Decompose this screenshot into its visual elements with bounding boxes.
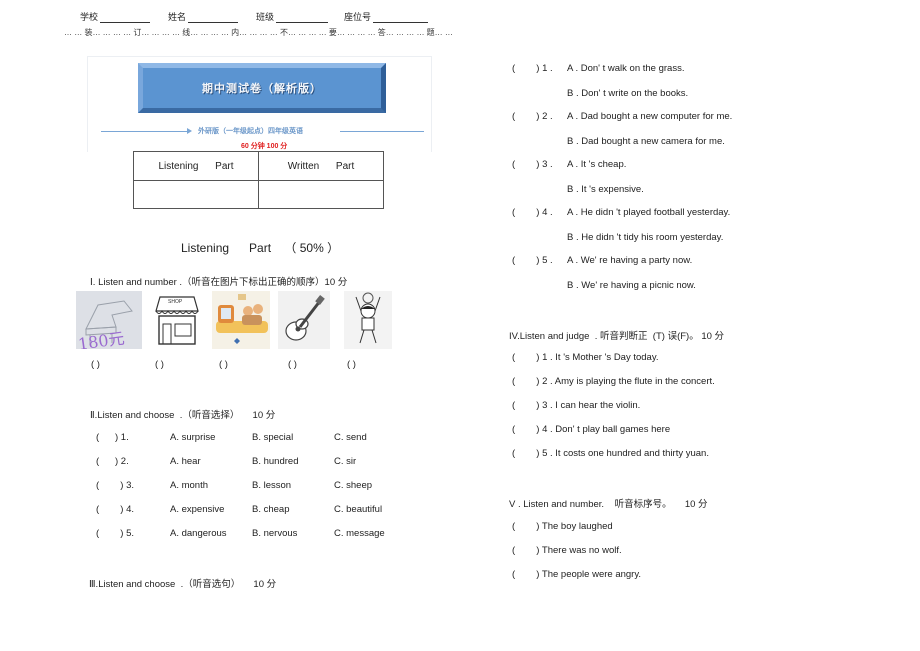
section2-q1-option-c: C. send	[334, 432, 367, 443]
section3-q5-number[interactable]: ( ) 5 .	[512, 255, 553, 266]
section5-item-1[interactable]: ( ) The boy laughed	[512, 521, 613, 532]
section2-q2-option-b: B. hundred	[252, 456, 299, 467]
shop-icon: SHOP	[155, 296, 199, 345]
section3-q5-option-b: B . We' re having a picnic now.	[567, 280, 696, 291]
section2-q3-option-c: C. sheep	[334, 480, 373, 491]
answer-blank-3[interactable]: ( )	[219, 359, 228, 370]
school-blank[interactable]	[100, 13, 151, 23]
section4-item-1[interactable]: ( ) 1 . It 's Mother 's Day today.	[512, 352, 659, 363]
section3-q2-number[interactable]: ( ) 2 .	[512, 111, 553, 122]
score-table-header: Listening Part Written Part	[133, 151, 384, 181]
section4-item-2[interactable]: ( ) 2 . Amy is playing the flute in the …	[512, 376, 715, 387]
answer-blank-2[interactable]: ( )	[155, 359, 164, 370]
section3-q2-option-a: A . Dad bought a new computer for me.	[567, 111, 733, 122]
seat-number-field[interactable]: 座位号	[344, 10, 429, 23]
section5-item-2[interactable]: ( ) There was no wolf.	[512, 545, 622, 556]
school-field[interactable]: 学校	[80, 10, 151, 23]
guitar-icon	[285, 295, 325, 341]
section3-q1-option-a: A . Don' t walk on the grass.	[567, 63, 685, 74]
section1-heading: Ⅰ. Listen and number .（听音在图片下标出正确的顺序）10 …	[90, 277, 348, 288]
section3-q3-option-b: B . It 's expensive.	[567, 184, 644, 195]
section2-q3-option-b: B. lesson	[252, 480, 292, 491]
shop-sign: SHOP	[168, 299, 183, 305]
exam-banner: 期中测试卷（解析版） 外研版（一年级起点）四年级英语 60 分钟 100 分	[87, 56, 432, 152]
seat-number-label: 座位号	[344, 12, 372, 22]
score-cell-listening[interactable]	[133, 180, 259, 209]
boy-cheering-icon	[355, 292, 381, 344]
banner-box: 期中测试卷（解析版）	[138, 63, 386, 113]
score-cell-written[interactable]	[258, 180, 384, 209]
answer-blank-5[interactable]: ( )	[347, 359, 356, 370]
seat-number-blank[interactable]	[373, 13, 429, 23]
section3-q1-option-b: B . Don' t write on the books.	[567, 88, 689, 99]
section2-q1-option-a: A. surprise	[170, 432, 216, 443]
score-table-row	[133, 180, 384, 209]
section2-q1-number[interactable]: ( ) 1.	[96, 432, 129, 443]
section4-item-3[interactable]: ( ) 3 . I can hear the violin.	[512, 400, 640, 411]
section5-heading: V . Listen and number. 听音标序号。 10 分	[509, 499, 708, 510]
section3-q4-number[interactable]: ( ) 4 .	[512, 207, 553, 218]
name-field[interactable]: 姓名	[168, 10, 239, 23]
divider-right	[340, 131, 424, 132]
arrow-right-icon	[187, 128, 192, 134]
section2-q3-number[interactable]: ( ) 3.	[96, 480, 134, 491]
score-header-written: Written Part	[258, 151, 384, 181]
section2-q5-number[interactable]: ( ) 5.	[96, 528, 134, 539]
section4-item-4[interactable]: ( ) 4 . Don' t play ball games here	[512, 424, 670, 435]
section3-q4-option-b: B . He didn 't tidy his room yesterday.	[567, 232, 724, 243]
section2-q4-option-b: B. cheap	[252, 504, 290, 515]
section3-heading: Ⅲ.Listen and choose .（听音选句） 10 分	[89, 579, 277, 590]
picture-shop: SHOP	[150, 291, 204, 349]
exam-duration: 60 分钟 100 分	[241, 143, 288, 150]
price-caption: 180元	[77, 329, 126, 349]
answer-blank-1[interactable]: ( )	[91, 359, 100, 370]
section2-q2-option-c: C. sir	[334, 456, 357, 467]
section4-item-5[interactable]: ( ) 5 . It costs one hundred and thirty …	[512, 448, 709, 459]
section2-q2-option-a: A. hear	[170, 456, 201, 467]
section3-q4-option-a: A . He didn 't played football yesterday…	[567, 207, 731, 218]
school-label: 学校	[80, 12, 99, 22]
name-label: 姓名	[168, 12, 187, 22]
name-blank[interactable]	[188, 13, 239, 23]
exam-subtitle: 外研版（一年级起点）四年级英语	[198, 126, 303, 135]
section2-q2-number[interactable]: ( ) 2.	[96, 456, 129, 467]
listening-part-heading: Listening Part （ 50% ）	[181, 241, 340, 255]
section2-q1-option-b: B. special	[252, 432, 294, 443]
picture-piano: 180元	[76, 291, 142, 349]
section3-q5-option-a: A . We' re having a party now.	[567, 255, 693, 266]
class-label: 班级	[256, 12, 275, 22]
section2-heading: Ⅱ.Listen and choose .（听音选择） 10 分	[90, 410, 276, 421]
section4-heading: IV.Listen and judge . 听音判断正 (T) 误(F)。 10…	[509, 331, 725, 342]
picture-guitar	[278, 291, 330, 349]
section2-q5-option-c: C. message	[334, 528, 385, 539]
section2-q4-option-c: C. beautiful	[334, 504, 383, 515]
score-header-listening: Listening Part	[133, 151, 259, 181]
picture-boy	[344, 291, 392, 349]
section2-q4-option-a: A. expensive	[170, 504, 225, 515]
section3-q2-option-b: B . Dad bought a new camera for me.	[567, 136, 725, 147]
section5-item-3[interactable]: ( ) The people were angry.	[512, 569, 641, 580]
section2-q4-number[interactable]: ( ) 4.	[96, 504, 134, 515]
section2-q5-option-b: B. nervous	[252, 528, 298, 539]
section3-q1-number[interactable]: ( ) 1 .	[512, 63, 553, 74]
class-field[interactable]: 班级	[256, 10, 329, 23]
section2-q5-option-a: A. dangerous	[170, 528, 227, 539]
picture-family-tv	[212, 291, 270, 349]
piano-icon: 180元	[77, 300, 133, 349]
family-tv-icon	[216, 294, 268, 344]
section2-q3-option-a: A. month	[170, 480, 209, 491]
exam-title: 期中测试卷（解析版）	[202, 82, 322, 95]
class-blank[interactable]	[276, 13, 329, 23]
score-table: Listening Part Written Part	[133, 151, 384, 209]
section3-q3-option-a: A . It 's cheap.	[567, 159, 627, 170]
answer-blank-4[interactable]: ( )	[288, 359, 297, 370]
binding-seal-line: … … 装… … … … 订… … … … 线… … … … 内… … … … …	[64, 28, 453, 37]
divider-left	[101, 131, 188, 132]
section3-q3-number[interactable]: ( ) 3 .	[512, 159, 553, 170]
